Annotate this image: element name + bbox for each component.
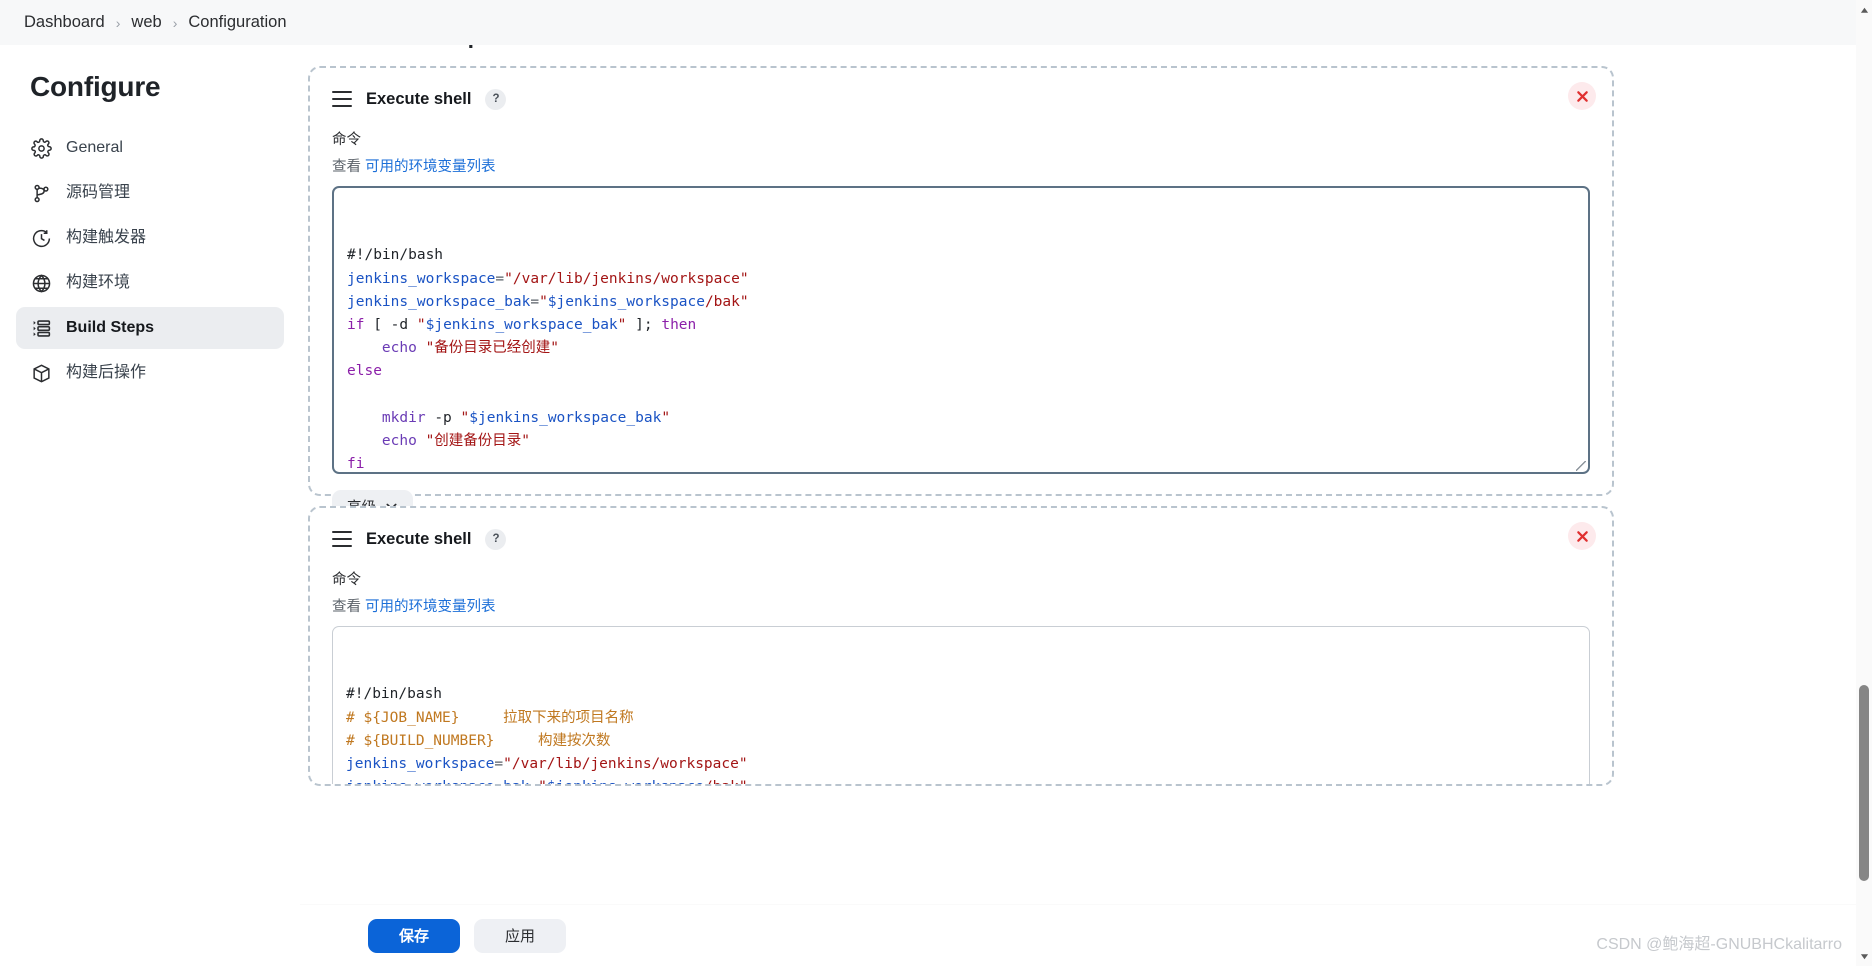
build-step-panel: Execute shell ? 命令 查看 可用的环境变量列表 #!/bin/b…	[308, 506, 1614, 786]
breadcrumb-item-web[interactable]: web	[121, 11, 171, 34]
env-vars-hint: 查看 可用的环境变量列表	[332, 155, 1590, 176]
scroll-down-arrow-icon[interactable]	[1856, 948, 1872, 964]
breadcrumb: Dashboard › web › Configuration	[0, 0, 1872, 45]
sidebar-item-source-control[interactable]: 源码管理	[16, 172, 284, 214]
build-step-title: Execute shell	[366, 529, 472, 548]
sidebar-item-build-steps[interactable]: Build Steps	[16, 307, 284, 349]
close-icon	[1576, 90, 1588, 102]
list-icon	[30, 317, 52, 339]
scrollbar-thumb[interactable]	[1859, 685, 1869, 881]
sidebar-item-label: 构建触发器	[66, 229, 147, 246]
box-icon	[30, 362, 52, 384]
sidebar-item-label: General	[66, 139, 123, 156]
gear-icon	[30, 137, 52, 159]
save-button[interactable]: 保存	[368, 918, 460, 953]
watermark: CSDN @鲍海超-GNUBHCkalitarro	[1596, 936, 1842, 953]
breadcrumb-separator-icon: ›	[172, 14, 178, 31]
sidebar-item-label: 源码管理	[66, 184, 131, 201]
sidebar-item-build-environment[interactable]: 构建环境	[16, 262, 284, 304]
drag-handle-icon[interactable]	[332, 91, 352, 107]
command-label: 命令	[332, 132, 361, 148]
shell-command-textarea[interactable]: #!/bin/bash # ${JOB_NAME} 拉取下来的项目名称 # ${BU…	[332, 626, 1590, 784]
shell-code-render-2: #!/bin/bash # ${JOB_NAME} 拉取下来的项目名称 # ${BU…	[346, 686, 748, 784]
drag-handle-icon[interactable]	[332, 531, 352, 547]
sidebar-item-post-build-actions[interactable]: 构建后操作	[16, 352, 284, 394]
page-title: Configure	[30, 71, 161, 102]
branch-icon	[30, 182, 52, 204]
help-button[interactable]: ?	[485, 88, 507, 110]
env-vars-hint-prefix: 查看	[332, 599, 361, 615]
env-vars-link[interactable]: 可用的环境变量列表	[365, 599, 496, 615]
resize-grip-icon[interactable]	[1576, 461, 1586, 471]
remove-step-button[interactable]	[1568, 82, 1596, 110]
env-vars-link[interactable]: 可用的环境变量列表	[365, 159, 496, 175]
breadcrumb-item-dashboard[interactable]: Dashboard	[14, 11, 115, 34]
build-step-header: Execute shell ?	[332, 526, 1590, 552]
remove-step-button[interactable]	[1568, 522, 1596, 550]
globe-icon	[30, 272, 52, 294]
command-label: 命令	[332, 572, 361, 588]
shell-code-render-1: #!/bin/bash jenkins_workspace="/var/lib/j…	[347, 247, 749, 473]
breadcrumb-item-configuration[interactable]: Configuration	[178, 11, 296, 34]
sidebar-item-label: 构建后操作	[66, 364, 147, 381]
sidebar-item-label: 构建环境	[66, 274, 131, 291]
help-button[interactable]: ?	[485, 528, 507, 550]
clock-icon	[30, 227, 52, 249]
page-scrollbar[interactable]	[1856, 0, 1872, 966]
sidebar-item-label: Build Steps	[66, 319, 155, 336]
main-content: Build Steps Execute shell ? 命令 查看 可用的环境变…	[300, 0, 1856, 966]
apply-button[interactable]: 应用	[474, 918, 566, 953]
shell-command-textarea[interactable]: #!/bin/bash jenkins_workspace="/var/lib/j…	[332, 186, 1590, 474]
sidebar: Configure General 源码管理 构建触发器 构建环境 Build …	[0, 45, 300, 966]
env-vars-hint: 查看 可用的环境变量列表	[332, 595, 1590, 616]
env-vars-hint-prefix: 查看	[332, 159, 361, 175]
sidebar-item-build-triggers[interactable]: 构建触发器	[16, 217, 284, 259]
build-step-title: Execute shell	[366, 89, 472, 108]
build-step-panel: Execute shell ? 命令 查看 可用的环境变量列表 #!/bin/b…	[308, 66, 1614, 523]
sidebar-item-general[interactable]: General	[16, 127, 284, 169]
close-icon	[1576, 530, 1588, 542]
scroll-up-arrow-icon[interactable]	[1856, 2, 1872, 18]
breadcrumb-separator-icon: ›	[115, 14, 121, 31]
build-step-header: Execute shell ?	[332, 86, 1590, 112]
